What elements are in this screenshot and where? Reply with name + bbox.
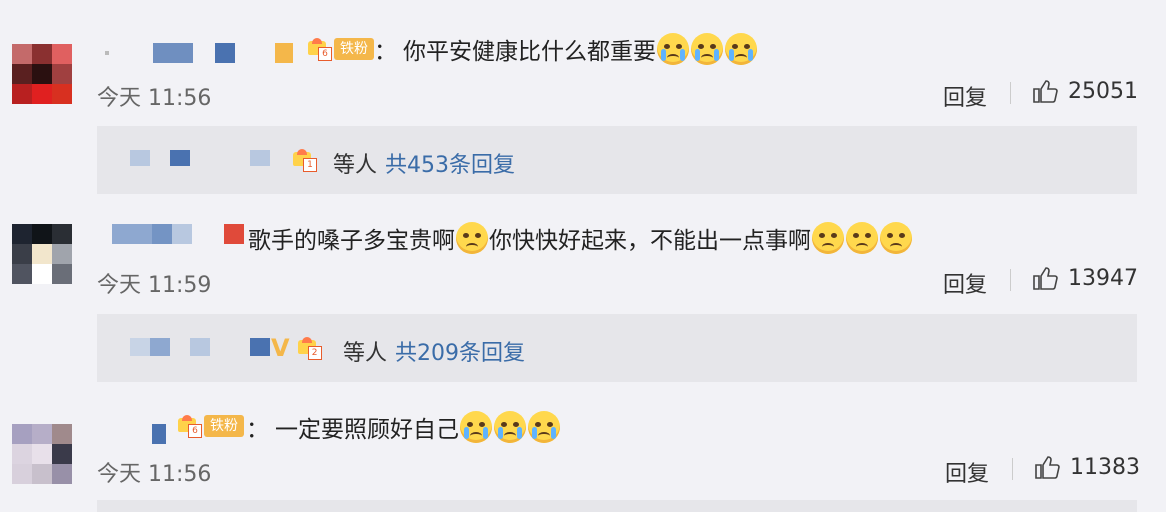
timestamp: 今天 11:56 — [97, 86, 212, 111]
cry-face-icon — [725, 33, 757, 65]
reply-who: 等人 — [333, 153, 378, 178]
separator: ： — [374, 39, 397, 65]
cry-face-icon — [691, 33, 723, 65]
reply-button[interactable]: 回复 — [943, 267, 987, 299]
separator: ： — [246, 417, 269, 443]
comment-text: 歌手的嗓子多宝贵啊 你快快好起来，不能出一点事啊 — [248, 221, 913, 255]
verified-badge: V 2 — [271, 334, 322, 362]
thumbs-up-icon — [1033, 80, 1058, 103]
sob-face-icon — [460, 411, 492, 443]
pleading-face-icon — [846, 222, 878, 254]
comment-text: ： 你平安健康比什么都重要 — [374, 32, 758, 66]
comment-body: 你平安健康比什么都重要 — [403, 39, 656, 65]
fan-label: 铁粉 — [334, 38, 374, 60]
timestamp: 今天 11:59 — [97, 273, 212, 298]
like-count: 11383 — [1070, 454, 1140, 480]
thumbs-up-icon — [1035, 456, 1060, 479]
like-button[interactable]: 13947 — [1032, 265, 1138, 291]
reply-usernames — [130, 150, 270, 166]
comment-body: 一定要照顾好自己 — [275, 417, 459, 443]
view-replies-link[interactable]: 共209条回复 — [395, 335, 525, 367]
username[interactable] — [112, 224, 244, 244]
view-replies-link[interactable]: 共453条回复 — [385, 147, 515, 179]
crown-icon: 2 — [296, 336, 322, 360]
divider — [1010, 269, 1011, 291]
sob-face-icon — [528, 411, 560, 443]
like-count: 13947 — [1068, 265, 1138, 291]
reply-thread-2[interactable]: V 2 等人 共209条回复 — [97, 314, 1137, 382]
cry-face-icon — [657, 33, 689, 65]
reply-thread-1[interactable]: 1 等人 共453条回复 — [97, 126, 1137, 194]
reply-button[interactable]: 回复 — [945, 456, 989, 488]
verified-v-icon: V — [271, 334, 290, 362]
pleading-face-icon — [880, 222, 912, 254]
pleading-face-icon — [456, 222, 488, 254]
username[interactable] — [152, 424, 166, 444]
timestamp: 今天 11:56 — [97, 462, 212, 487]
fan-label: 铁粉 — [204, 415, 244, 437]
divider — [1012, 458, 1013, 480]
avatar[interactable] — [12, 224, 72, 284]
crown-icon: 1 — [291, 148, 317, 172]
comment-text: ： 一定要照顾好自己 — [246, 410, 561, 444]
like-count: 25051 — [1068, 78, 1138, 104]
comment-body-continued: 你快快好起来，不能出一点事啊 — [489, 228, 811, 254]
thumbs-up-icon — [1033, 267, 1058, 290]
fan-badge: 1 — [291, 147, 317, 173]
avatar[interactable] — [12, 44, 72, 104]
fan-badge: 6 铁粉 — [306, 36, 374, 62]
reply-who: 等人 — [343, 341, 388, 366]
sob-face-icon — [494, 411, 526, 443]
reply-thread-3[interactable] — [97, 500, 1137, 512]
fan-badge: 6 铁粉 — [176, 413, 244, 439]
reply-usernames — [130, 338, 270, 356]
username[interactable] — [105, 43, 293, 63]
like-button[interactable]: 11383 — [1034, 454, 1140, 480]
crown-icon: 6 — [306, 37, 332, 61]
comment-body: 歌手的嗓子多宝贵啊 — [248, 228, 455, 254]
pleading-face-icon — [812, 222, 844, 254]
divider — [1010, 82, 1011, 104]
crown-icon: 6 — [176, 414, 202, 438]
like-button[interactable]: 25051 — [1032, 78, 1138, 104]
avatar[interactable] — [12, 424, 72, 484]
reply-button[interactable]: 回复 — [943, 80, 987, 112]
